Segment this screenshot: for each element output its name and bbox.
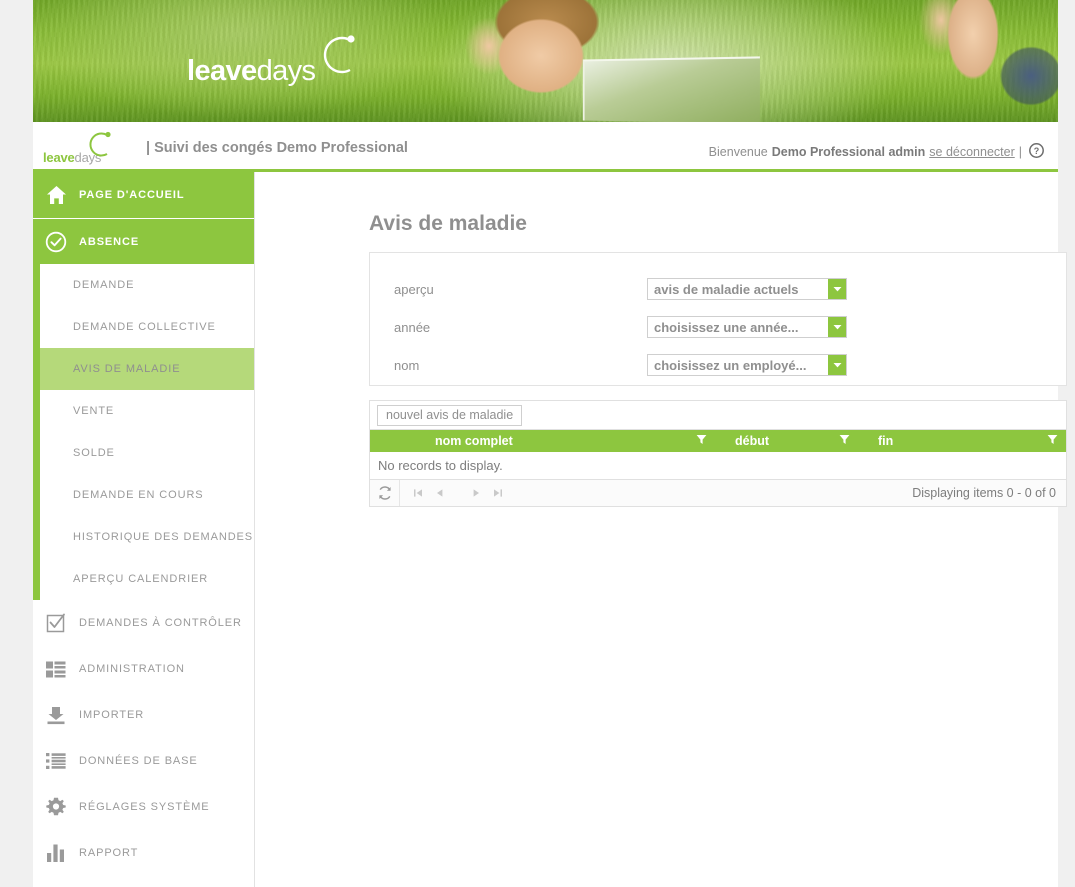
sidebar-item-donnees-de-base[interactable]: DONNÉES DE BASE <box>33 738 254 784</box>
page-breadcrumb-title: | Suivi des congés Demo Professional <box>146 140 408 156</box>
welcome-label: Bienvenue <box>708 145 768 159</box>
sidebar-item-administration[interactable]: ADMINISTRATION <box>33 646 254 692</box>
import-arrow-icon <box>33 705 79 725</box>
sidebar-subitem-demande[interactable]: DEMANDE <box>40 264 254 306</box>
banner-person-legs <box>913 0 1058 122</box>
apercu-select-value: avis de maladie actuels <box>654 281 799 297</box>
filter-row-nom: nom choisissez un employé... <box>370 346 1066 384</box>
sidebar-navigation: PAGE D'ACCUEIL ABSENCE DEMANDE DEMANDE C… <box>33 172 255 887</box>
first-page-icon[interactable] <box>409 485 426 502</box>
filter-row-apercu: aperçu avis de maladie actuels <box>370 270 1066 308</box>
grid-status-text: Displaying items 0 - 0 of 0 <box>912 486 1056 500</box>
user-session-bar: Bienvenue Demo Professional admin se déc… <box>709 143 1044 161</box>
list-icon <box>33 753 79 769</box>
sidebar-subitem-demande-en-cours[interactable]: DEMANDE EN COURS <box>40 474 254 516</box>
filter-label-annee: année <box>394 319 431 335</box>
sick-notes-grid: nouvel avis de maladie nom complet début <box>369 400 1067 507</box>
sidebar-subitem-solde[interactable]: SOLDE <box>40 432 254 474</box>
last-page-icon[interactable] <box>489 485 506 502</box>
filter-row-annee: année choisissez une année... <box>370 308 1066 346</box>
prev-page-icon[interactable] <box>431 485 448 502</box>
grid-column-fin-label: fin <box>878 434 894 448</box>
app-root: leavedays leavedays | Suivi des congés D… <box>0 0 1075 887</box>
filter-funnel-icon[interactable] <box>696 434 707 448</box>
content-panel: PAGE D'ACCUEIL ABSENCE DEMANDE DEMANDE C… <box>33 172 1067 887</box>
sidebar-subitem-vente[interactable]: VENTE <box>40 390 254 432</box>
grid-column-debut[interactable]: début <box>715 430 858 452</box>
filter-panel: aperçu avis de maladie actuels année cho… <box>369 252 1067 386</box>
filter-funnel-icon[interactable] <box>1047 434 1058 448</box>
main-content: Avis de maladie aperçu avis de maladie a… <box>255 172 1067 887</box>
brand-logo-days: days <box>256 55 316 87</box>
sidebar-submenu-absence: DEMANDE DEMANDE COLLECTIVE AVIS DE MALAD… <box>33 264 254 600</box>
page-title: Avis de maladie <box>369 212 527 235</box>
sidebar-item-absence-label: ABSENCE <box>79 235 140 248</box>
grid-header-row: nom complet début fin <box>370 430 1066 452</box>
grid-column-debut-label: début <box>735 434 770 448</box>
sidebar-item-importer[interactable]: IMPORTER <box>33 692 254 738</box>
grid-toolbar: nouvel avis de maladie <box>370 401 1066 430</box>
banner-laptop <box>582 56 760 122</box>
admin-bars-icon <box>33 661 79 678</box>
gear-icon <box>33 797 79 817</box>
bar-chart-icon <box>33 844 79 862</box>
chevron-down-icon[interactable] <box>828 279 846 299</box>
filter-funnel-icon[interactable] <box>839 434 850 448</box>
sub-header-logo[interactable]: leavedays <box>41 128 119 168</box>
hero-banner: leavedays <box>33 0 1058 122</box>
home-icon <box>33 185 79 205</box>
brand-logo-text: leavedays <box>187 55 316 88</box>
sidebar-item-importer-label: IMPORTER <box>79 709 145 721</box>
filter-label-apercu: aperçu <box>394 281 434 297</box>
chevron-down-icon[interactable] <box>828 355 846 375</box>
grid-footer: Displaying items 0 - 0 of 0 <box>370 480 1066 506</box>
help-circle-icon[interactable]: ? <box>1029 143 1044 161</box>
sidebar-subitem-avis-de-maladie[interactable]: AVIS DE MALADIE <box>40 348 254 390</box>
brand-logo-leave: leave <box>187 55 257 87</box>
sub-header: leavedays | Suivi des congés Demo Profes… <box>33 122 1058 172</box>
sidebar-subitem-apercu-calendrier[interactable]: APERÇU CALENDRIER <box>40 558 254 600</box>
sidebar-item-administration-label: ADMINISTRATION <box>79 663 185 675</box>
annee-select[interactable]: choisissez une année... <box>647 316 847 338</box>
sub-logo-leave: leave <box>43 150 75 165</box>
grid-column-nom-complet[interactable]: nom complet <box>370 430 715 452</box>
brand-logo[interactable]: leavedays <box>155 28 365 98</box>
nom-select[interactable]: choisissez un employé... <box>647 354 847 376</box>
sidebar-subitem-historique-des-demandes[interactable]: HISTORIQUE DES DEMANDES <box>40 516 254 558</box>
svg-text:?: ? <box>1034 146 1040 156</box>
sidebar-subitem-demande-collective[interactable]: DEMANDE COLLECTIVE <box>40 306 254 348</box>
logout-link[interactable]: se déconnecter <box>929 145 1014 159</box>
sidebar-item-absence[interactable]: ABSENCE <box>33 218 254 264</box>
sidebar-item-donnees-de-base-label: DONNÉES DE BASE <box>79 755 198 767</box>
grid-empty-row: No records to display. <box>370 452 1066 480</box>
sidebar-item-demandes-a-controler[interactable]: DEMANDES À CONTRÔLER <box>33 600 254 646</box>
sidebar-item-rapport-label: RAPPORT <box>79 847 139 859</box>
grid-column-nom-complet-label: nom complet <box>435 434 513 448</box>
apercu-select[interactable]: avis de maladie actuels <box>647 278 847 300</box>
refresh-icon[interactable] <box>370 480 400 506</box>
chevron-down-icon[interactable] <box>828 317 846 337</box>
sidebar-item-reglages-systeme-label: RÉGLAGES SYSTÈME <box>79 801 210 813</box>
annee-select-value: choisissez une année... <box>654 319 799 335</box>
brand-arc-icon <box>323 35 355 74</box>
sidebar-item-reglages-systeme[interactable]: RÉGLAGES SYSTÈME <box>33 784 254 830</box>
user-name: Demo Professional admin <box>771 145 926 159</box>
check-circle-icon <box>33 231 79 253</box>
sidebar-item-home-label: PAGE D'ACCUEIL <box>79 189 185 201</box>
sidebar-item-home[interactable]: PAGE D'ACCUEIL <box>33 172 254 218</box>
sidebar-item-demandes-a-controler-label: DEMANDES À CONTRÔLER <box>79 617 242 629</box>
checkbox-icon <box>33 613 79 633</box>
next-page-icon[interactable] <box>467 485 484 502</box>
sub-brand-arc-icon <box>89 131 111 157</box>
separator: | <box>1018 145 1022 159</box>
sidebar-item-rapport[interactable]: RAPPORT <box>33 830 254 876</box>
nom-select-value: choisissez un employé... <box>654 357 807 373</box>
grid-column-fin[interactable]: fin <box>858 430 1066 452</box>
new-sick-note-button[interactable]: nouvel avis de maladie <box>377 404 523 426</box>
grid-pager <box>400 485 506 502</box>
filter-label-nom: nom <box>394 357 420 373</box>
